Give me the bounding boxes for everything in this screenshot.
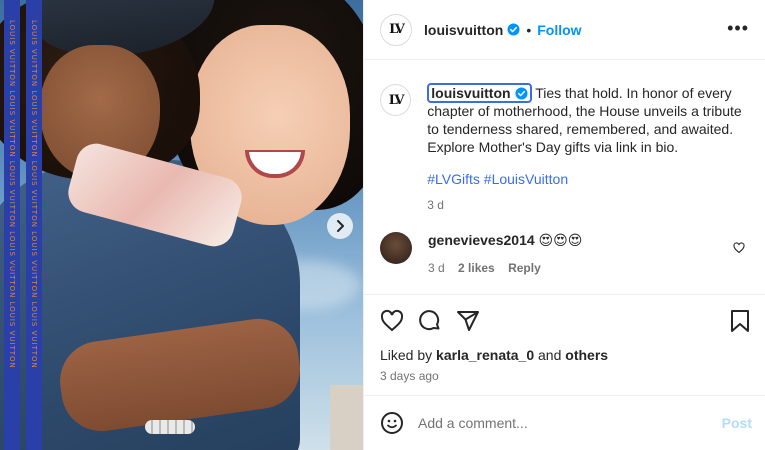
background-building (330, 385, 363, 450)
comment-username[interactable]: genevieves2014 (428, 232, 535, 248)
post-comment-button[interactable]: Post (722, 415, 752, 431)
add-comment-bar: Post (364, 395, 765, 450)
verified-badge-icon (515, 87, 528, 100)
action-bar (364, 295, 765, 347)
comment-bubble-icon (419, 310, 440, 331)
likes-others[interactable]: others (565, 347, 608, 363)
bookmark-icon (731, 310, 749, 332)
lv-strap-left: LOUIS VUITTON LOUIS VUITTON LOUIS VUITTO… (4, 0, 20, 450)
lv-strap-right: LOUIS VUITTON LOUIS VUITTON LOUIS VUITTO… (26, 0, 42, 450)
emoji-icon[interactable] (380, 411, 404, 435)
likes-prefix: Liked by (380, 347, 433, 363)
like-button[interactable] (380, 309, 404, 333)
comment-text: 😍😍😍 (538, 232, 583, 248)
instagram-post: LOUIS VUITTON LOUIS VUITTON LOUIS VUITTO… (0, 0, 765, 450)
comment-input[interactable] (418, 415, 698, 431)
comment-time: 3 d (428, 261, 445, 275)
caption-avatar[interactable]: LV (380, 84, 412, 116)
likes-summary: Liked by karla_renata_0 and others (364, 347, 765, 363)
strap-text: LOUIS VUITTON LOUIS VUITTON LOUIS VUITTO… (8, 20, 16, 369)
comment-avatar[interactable] (380, 232, 412, 264)
caption-body: louisvuitton Ties that hold. In honor of… (427, 83, 749, 214)
post-panel: LV louisvuitton • Follow ••• LV louisvui… (363, 0, 765, 450)
comment-reply-button[interactable]: Reply (508, 261, 541, 275)
share-button[interactable] (456, 309, 480, 333)
comment-like-heart-icon[interactable] (733, 242, 745, 254)
avatar-logo: LV (389, 22, 405, 37)
likes-conj: and (538, 347, 562, 363)
header-username[interactable]: louisvuitton (424, 22, 503, 38)
avatar[interactable]: LV (380, 13, 412, 46)
caption: LV louisvuitton Ties that hold. In honor… (380, 83, 749, 214)
comments-section: LV louisvuitton Ties that hold. In honor… (364, 60, 765, 295)
post-image[interactable]: LOUIS VUITTON LOUIS VUITTON LOUIS VUITTO… (0, 0, 363, 450)
caption-username[interactable]: louisvuitton (427, 83, 532, 103)
comment-item: genevieves2014 😍😍😍 3 d 2 likes Reply (380, 232, 749, 275)
verified-badge-icon (507, 23, 520, 36)
chevron-right-icon (337, 220, 344, 232)
save-button[interactable] (729, 309, 751, 338)
post-date: 3 days ago (380, 369, 439, 383)
comment-button[interactable] (418, 309, 442, 333)
more-options-button[interactable]: ••• (727, 18, 749, 39)
paper-plane-icon (457, 311, 479, 331)
caption-time: 3 d (427, 198, 444, 212)
comment-likes[interactable]: 2 likes (458, 261, 495, 275)
next-image-button[interactable] (327, 213, 353, 239)
comment-body: genevieves2014 😍😍😍 3 d 2 likes Reply (428, 232, 582, 275)
likes-user[interactable]: karla_renata_0 (436, 347, 534, 363)
follow-button[interactable]: Follow (537, 22, 581, 38)
caption-username-text: louisvuitton (431, 85, 511, 101)
heart-icon (380, 309, 404, 332)
bracelet (145, 420, 195, 434)
caption-hashtags[interactable]: #LVGifts #LouisVuitton (427, 170, 749, 188)
post-header: LV louisvuitton • Follow ••• (364, 0, 765, 60)
header-separator: • (526, 21, 532, 38)
comment-meta: 3 d 2 likes Reply (428, 261, 582, 275)
avatar-logo: LV (388, 92, 405, 108)
strap-text: LOUIS VUITTON LOUIS VUITTON LOUIS VUITTO… (30, 20, 38, 369)
